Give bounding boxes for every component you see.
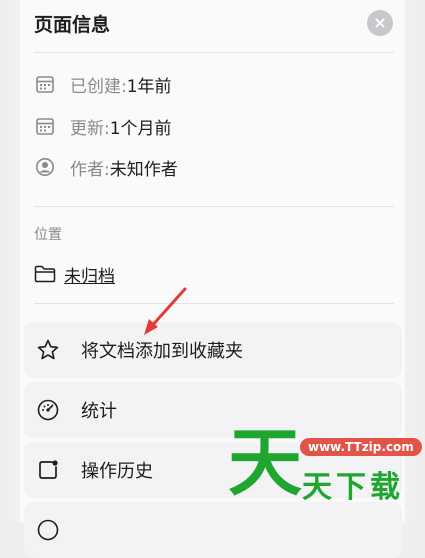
close-button[interactable]: × xyxy=(367,10,393,36)
person-icon xyxy=(34,156,56,178)
header-divider xyxy=(34,52,394,53)
meta-author-value: 未知作者 xyxy=(109,159,178,180)
page-title: 页面信息 xyxy=(34,14,111,36)
meta-updated-label: 更新: xyxy=(70,118,110,139)
add-to-favorites-button[interactable]: 将文档添加到收藏夹 xyxy=(24,322,402,378)
meta-updated-row: 更新: 1个月前 xyxy=(34,114,172,139)
location-divider xyxy=(34,303,394,304)
history-icon xyxy=(35,457,61,483)
watermark-url: www.TTzip.com xyxy=(300,438,422,456)
location-link[interactable]: 未归档 xyxy=(64,262,115,287)
annotation-arrow xyxy=(144,287,187,335)
meta-author-row: 作者: 未知作者 xyxy=(34,155,178,180)
meta-created-value: 1年前 xyxy=(126,76,172,97)
gauge-icon xyxy=(35,397,61,423)
history-label: 操作历史 xyxy=(81,461,153,482)
star-icon xyxy=(35,337,61,363)
calendar-icon xyxy=(34,115,56,137)
meta-updated-value: 1个月前 xyxy=(109,118,172,139)
meta-author-label: 作者: xyxy=(70,159,110,180)
meta-divider xyxy=(34,206,394,207)
watermark-text: 天下载 xyxy=(302,470,404,505)
location-caption: 位置 xyxy=(34,227,62,243)
watermark-big-char: 天 xyxy=(228,420,302,506)
info-icon xyxy=(35,517,61,543)
folder-icon xyxy=(34,265,58,283)
statistics-label: 统计 xyxy=(81,401,117,422)
watermark-logo: 天 www.TTzip.com 天下载 xyxy=(228,422,422,506)
calendar-icon xyxy=(34,73,56,95)
meta-created-label: 已创建: xyxy=(70,76,127,97)
meta-created-row: 已创建: 1年前 xyxy=(34,72,172,97)
location-row[interactable]: 未归档 xyxy=(34,262,115,287)
close-icon: × xyxy=(373,13,387,32)
add-to-favorites-label: 将文档添加到收藏夹 xyxy=(81,341,243,362)
sheet-edge-left xyxy=(10,0,20,523)
more-action-button[interactable] xyxy=(24,502,402,558)
